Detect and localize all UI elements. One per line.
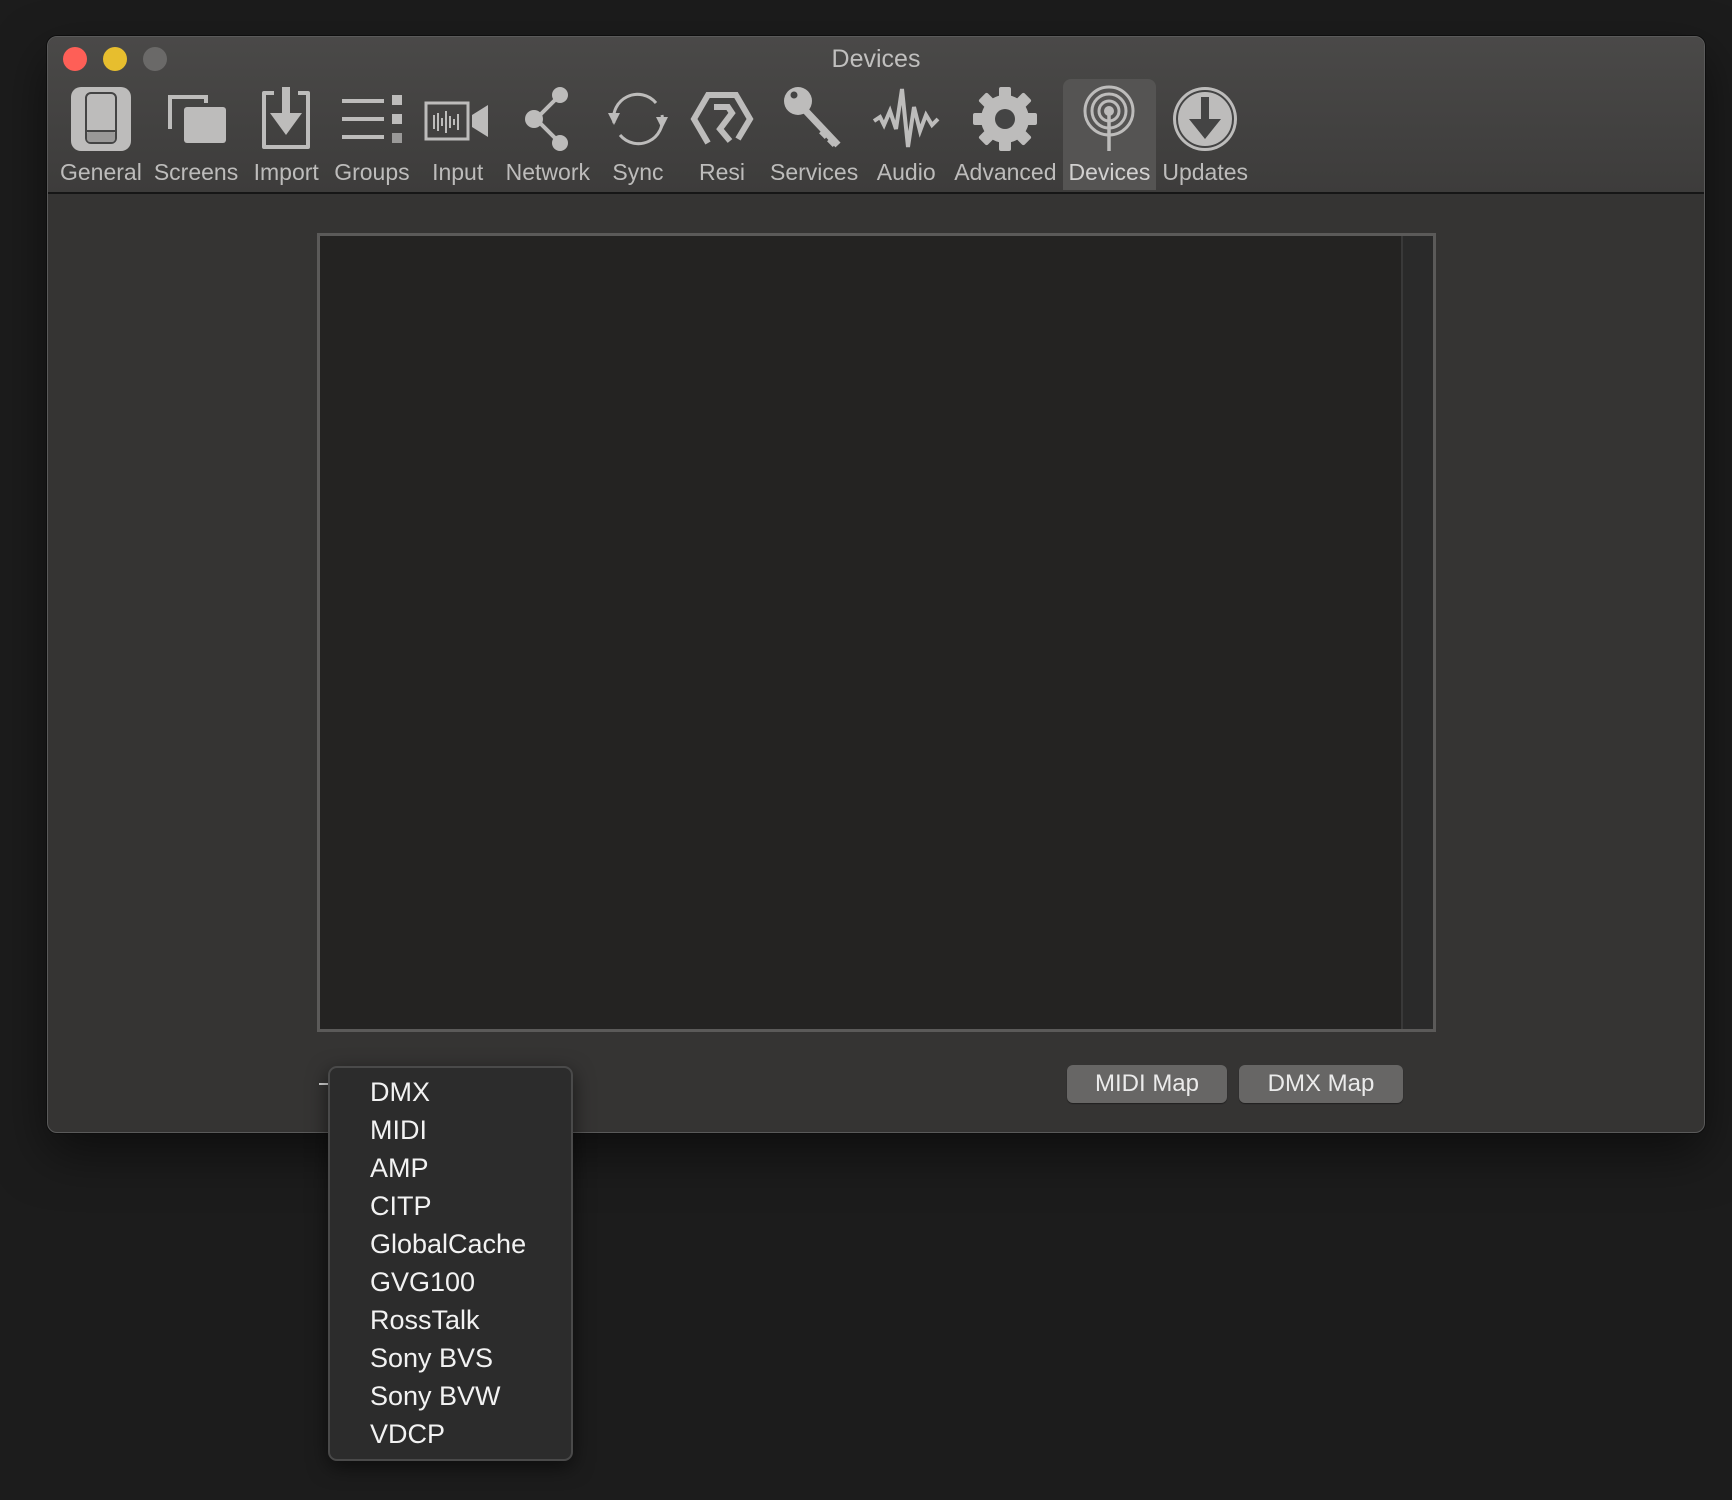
toolbar-label: Groups <box>334 159 410 185</box>
add-device-menu: DMX MIDI AMP CITP GlobalCache GVG100 Ros… <box>328 1066 573 1461</box>
toolbar-label: Resi <box>698 159 745 185</box>
waveform-icon <box>870 83 942 155</box>
toolbar-item-import[interactable]: Import <box>244 79 328 190</box>
menu-item-sony-bvw[interactable]: Sony BVW <box>330 1377 571 1415</box>
title-bar: Devices General Screens Import Groups In… <box>48 37 1704 194</box>
screens-icon <box>160 83 232 155</box>
toolbar-label: Network <box>505 159 590 185</box>
toolbar-item-updates[interactable]: Updates <box>1156 79 1254 190</box>
toolbar-item-audio[interactable]: Audio <box>864 79 948 190</box>
devices-pane: MIDI Map DMX Map <box>48 194 1704 1132</box>
vertical-scrollbar[interactable] <box>1401 236 1433 1029</box>
toolbar-item-general[interactable]: General <box>54 79 148 190</box>
menu-item-dmx[interactable]: DMX <box>330 1073 571 1111</box>
menu-item-globalcache[interactable]: GlobalCache <box>330 1225 571 1263</box>
toolbar-label: Advanced <box>954 159 1057 185</box>
gear-icon <box>969 83 1041 155</box>
toolbar-item-screens[interactable]: Screens <box>148 79 244 190</box>
midi-map-button[interactable]: MIDI Map <box>1067 1065 1227 1103</box>
window-title: Devices <box>831 45 921 73</box>
toolbar-label: Screens <box>153 159 239 185</box>
toolbar-label: Updates <box>1162 159 1248 185</box>
toolbar-label: Audio <box>876 159 936 185</box>
toolbar-label: Services <box>770 159 859 185</box>
menu-item-rosstalk[interactable]: RossTalk <box>330 1301 571 1339</box>
import-icon <box>250 83 322 155</box>
dmx-map-button[interactable]: DMX Map <box>1239 1065 1403 1103</box>
toolbar-item-network[interactable]: Network <box>500 79 596 190</box>
device-list[interactable] <box>317 233 1436 1032</box>
toolbar-item-input[interactable]: Input <box>416 79 500 190</box>
menu-item-citp[interactable]: CITP <box>330 1187 571 1225</box>
network-icon <box>512 83 584 155</box>
download-circle-icon <box>1169 83 1241 155</box>
toolbar-item-groups[interactable]: Groups <box>328 79 415 190</box>
antenna-icon <box>1073 83 1145 155</box>
toolbar-label: Input <box>432 159 484 185</box>
menu-item-gvg100[interactable]: GVG100 <box>330 1263 571 1301</box>
toolbar-item-services[interactable]: Services <box>764 79 864 190</box>
toolbar-label: Devices <box>1068 159 1151 185</box>
preferences-toolbar: General Screens Import Groups Input Netw… <box>54 79 1254 190</box>
toolbar-item-devices[interactable]: Devices <box>1062 79 1157 190</box>
menu-item-amp[interactable]: AMP <box>330 1149 571 1187</box>
sync-icon <box>602 83 674 155</box>
key-icon <box>778 83 850 155</box>
menu-item-midi[interactable]: MIDI <box>330 1111 571 1149</box>
toolbar-item-advanced[interactable]: Advanced <box>948 79 1062 190</box>
preferences-window: Devices General Screens Import Groups In… <box>47 36 1705 1133</box>
toolbar-label: Import <box>253 159 319 185</box>
toolbar-label: Sync <box>612 159 664 185</box>
input-icon <box>422 83 494 155</box>
resi-icon <box>686 83 758 155</box>
toolbar-item-sync[interactable]: Sync <box>596 79 680 190</box>
toolbar-item-resi[interactable]: Resi <box>680 79 764 190</box>
menu-item-vdcp[interactable]: VDCP <box>330 1415 571 1453</box>
menu-item-sony-bvs[interactable]: Sony BVS <box>330 1339 571 1377</box>
general-icon <box>65 83 137 155</box>
groups-icon <box>336 83 408 155</box>
toolbar-label: General <box>60 159 142 185</box>
